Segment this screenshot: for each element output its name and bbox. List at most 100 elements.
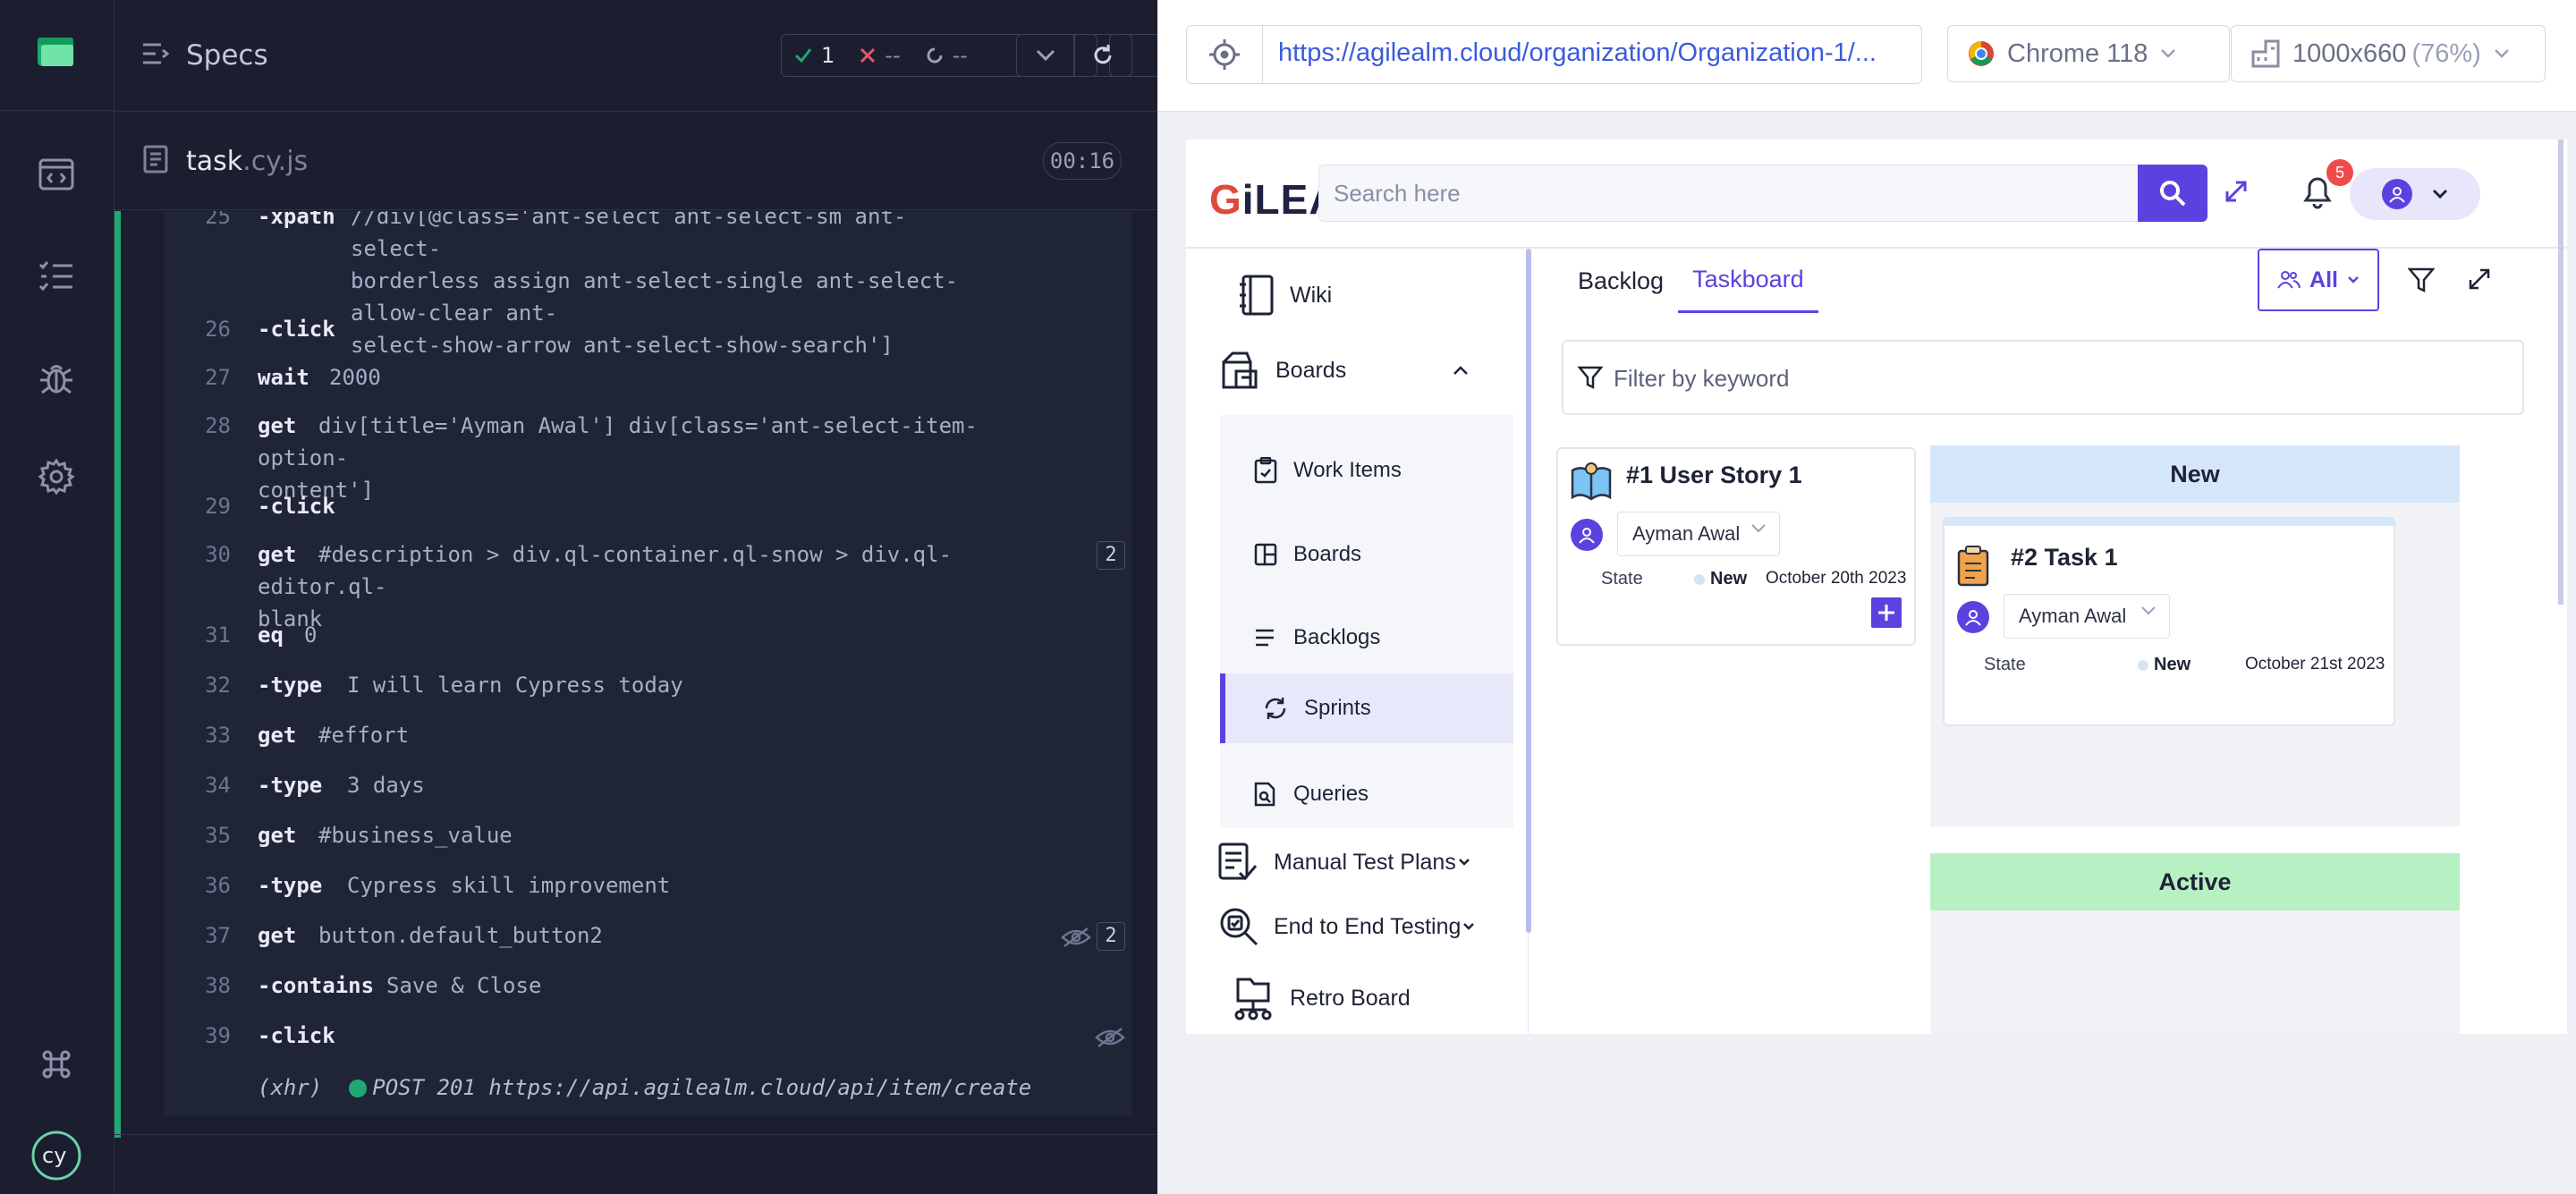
app-logo-icon[interactable] (36, 34, 77, 70)
sidebar-item-retro-board[interactable]: Retro Board (1233, 971, 1411, 1025)
card-date: October 20th 2023 (1766, 569, 1907, 588)
sidebar-item-e2e-testing[interactable]: End to End Testing (1218, 900, 1475, 953)
command-name: -type (258, 773, 323, 798)
expand-board-icon[interactable] (2467, 267, 2492, 295)
sidebar-label: Sprints (1304, 696, 1371, 720)
file-extension: .cy.js (242, 146, 309, 177)
cypress-nav-rail: cy (0, 0, 114, 1194)
board-tabs: Backlog Taskboard (1563, 249, 1818, 313)
people-filter-label: All (2309, 267, 2338, 292)
command-message: #business_value (318, 823, 513, 848)
chevron-down-icon (2141, 606, 2156, 615)
sidebar-label: Manual Test Plans (1274, 849, 1456, 875)
xhr-status-dot (349, 1080, 368, 1097)
main-scrollbar[interactable] (2558, 140, 2563, 605)
assignee-select[interactable]: Ayman Awal (2004, 594, 2170, 639)
specs-nav-icon[interactable] (34, 152, 79, 197)
sidebar-item-backlogs[interactable]: Backlogs (1220, 611, 1513, 665)
browser-selector[interactable]: Chrome 118 (1947, 25, 2230, 82)
failed-value: -- (885, 43, 901, 68)
viewport-selector[interactable]: 1000x660 (76%) (2231, 25, 2546, 82)
specs-title[interactable]: Specs (186, 39, 268, 72)
boards-icon (1222, 351, 1258, 389)
command-name: -type (258, 673, 323, 698)
viewport-zoom: (76%) (2411, 38, 2481, 68)
chevron-down-icon (1458, 859, 1470, 866)
debug-nav-icon[interactable] (34, 356, 79, 401)
sidebar-label: Boards (1293, 542, 1362, 566)
user-story-card[interactable]: #1 User Story 1 Ayman Awal State New Oct… (1556, 447, 1916, 646)
selector-playground-button[interactable] (1187, 26, 1263, 83)
line-number: 36 (205, 873, 231, 898)
sidebar-item-wiki[interactable]: Wiki (1238, 268, 1332, 322)
command-name: -click (258, 1023, 335, 1048)
user-menu[interactable] (2350, 168, 2480, 220)
global-search-input[interactable]: Search here (1318, 165, 2140, 222)
url-bar[interactable]: https://agilealm.cloud/organization/Orga… (1186, 25, 1922, 84)
line-number: 28 (205, 413, 231, 438)
keyboard-shortcuts-icon[interactable] (34, 1042, 79, 1087)
add-task-button[interactable] (1871, 597, 1902, 628)
chevron-down-icon (1751, 524, 1766, 533)
command-name: wait (258, 365, 309, 390)
command-log[interactable]: 25 -xpath //div[@class='ant-select ant-s… (114, 211, 1157, 1141)
specs-list-icon[interactable] (141, 41, 170, 70)
pending-value: -- (952, 43, 968, 68)
people-filter-button[interactable]: All (2258, 249, 2379, 311)
task-card[interactable]: #2 Task 1 Ayman Awal State New October 2… (1943, 517, 2395, 726)
filter-funnel-icon[interactable] (2407, 267, 2436, 297)
search-button[interactable] (2138, 165, 2207, 222)
command-message: 3 days (347, 773, 425, 798)
chevron-down-icon (1036, 49, 1055, 62)
sidebar-item-boards-sub[interactable]: Boards (1220, 528, 1513, 581)
keyword-filter-input[interactable]: Filter by keyword (1562, 340, 2524, 415)
command-log-panel: Specs 1 -- -- task.cy.js 00:16 25 -xpath… (114, 0, 1170, 1194)
sidebar-item-queries[interactable]: Queries (1220, 767, 1513, 821)
taskboard-main: Backlog Taskboard All Filter by keyword (1544, 249, 2567, 1034)
settings-gear-icon[interactable] (34, 454, 79, 499)
expand-collapse-button[interactable] (1016, 34, 1075, 77)
keyword-filter-placeholder: Filter by keyword (1614, 365, 1790, 392)
command-message: #effort (318, 723, 410, 748)
state-value: New (2138, 655, 2190, 675)
check-icon (794, 48, 812, 64)
command-message: div[title='Ayman Awal'] div[class='ant-s… (258, 413, 978, 503)
element-count-badge: 2 (1097, 541, 1125, 570)
command-name: eq (258, 622, 284, 648)
state-label: State (1601, 569, 1643, 589)
assignee-name: Ayman Awal (2019, 605, 2127, 627)
passed-value: 1 (821, 43, 835, 68)
sidebar-item-sprints[interactable]: Sprints (1220, 673, 1513, 743)
chevron-down-icon (2348, 276, 2359, 284)
tab-taskboard[interactable]: Taskboard (1678, 249, 1818, 313)
browser-toolbar: https://agilealm.cloud/organization/Orga… (1157, 0, 2576, 112)
clipboard-icon (1254, 457, 1277, 484)
line-number: 31 (205, 622, 231, 648)
url-text[interactable]: https://agilealm.cloud/organization/Orga… (1278, 38, 1877, 68)
command-message: //div[@class='ant-select ant-select-sm a… (351, 211, 959, 358)
rerun-button[interactable] (1073, 34, 1132, 77)
cypress-logo-icon[interactable]: cy (30, 1129, 83, 1182)
card-title[interactable]: #2 Task 1 (2011, 544, 2118, 572)
svg-text:cy: cy (42, 1143, 66, 1168)
tab-backlog[interactable]: Backlog (1563, 249, 1678, 313)
sidebar-item-work-items[interactable]: Work Items (1220, 444, 1513, 497)
fullscreen-icon[interactable] (2224, 179, 2249, 207)
assignee-name: Ayman Awal (1632, 522, 1741, 545)
task-clipboard-icon (1957, 546, 1989, 587)
command-name: get (258, 923, 297, 948)
sidebar-scrollbar[interactable] (1526, 249, 1531, 933)
state-value: New (1694, 569, 1747, 589)
assignee-select[interactable]: Ayman Awal (1617, 512, 1780, 556)
file-icon (143, 145, 168, 177)
runs-nav-icon[interactable] (34, 254, 79, 299)
state-dot (2138, 659, 2148, 671)
pending-count: -- (913, 43, 980, 68)
card-title[interactable]: #1 User Story 1 (1626, 462, 1802, 489)
viewport-size: 1000x660 (2292, 38, 2407, 68)
sidebar-item-manual-test-plans[interactable]: Manual Test Plans (1216, 835, 1470, 889)
notification-count-badge: 5 (2326, 159, 2353, 186)
sidebar-item-boards[interactable]: Boards (1220, 343, 1488, 397)
ruler-icon (2251, 39, 2280, 68)
retro-board-icon (1234, 978, 1272, 1020)
